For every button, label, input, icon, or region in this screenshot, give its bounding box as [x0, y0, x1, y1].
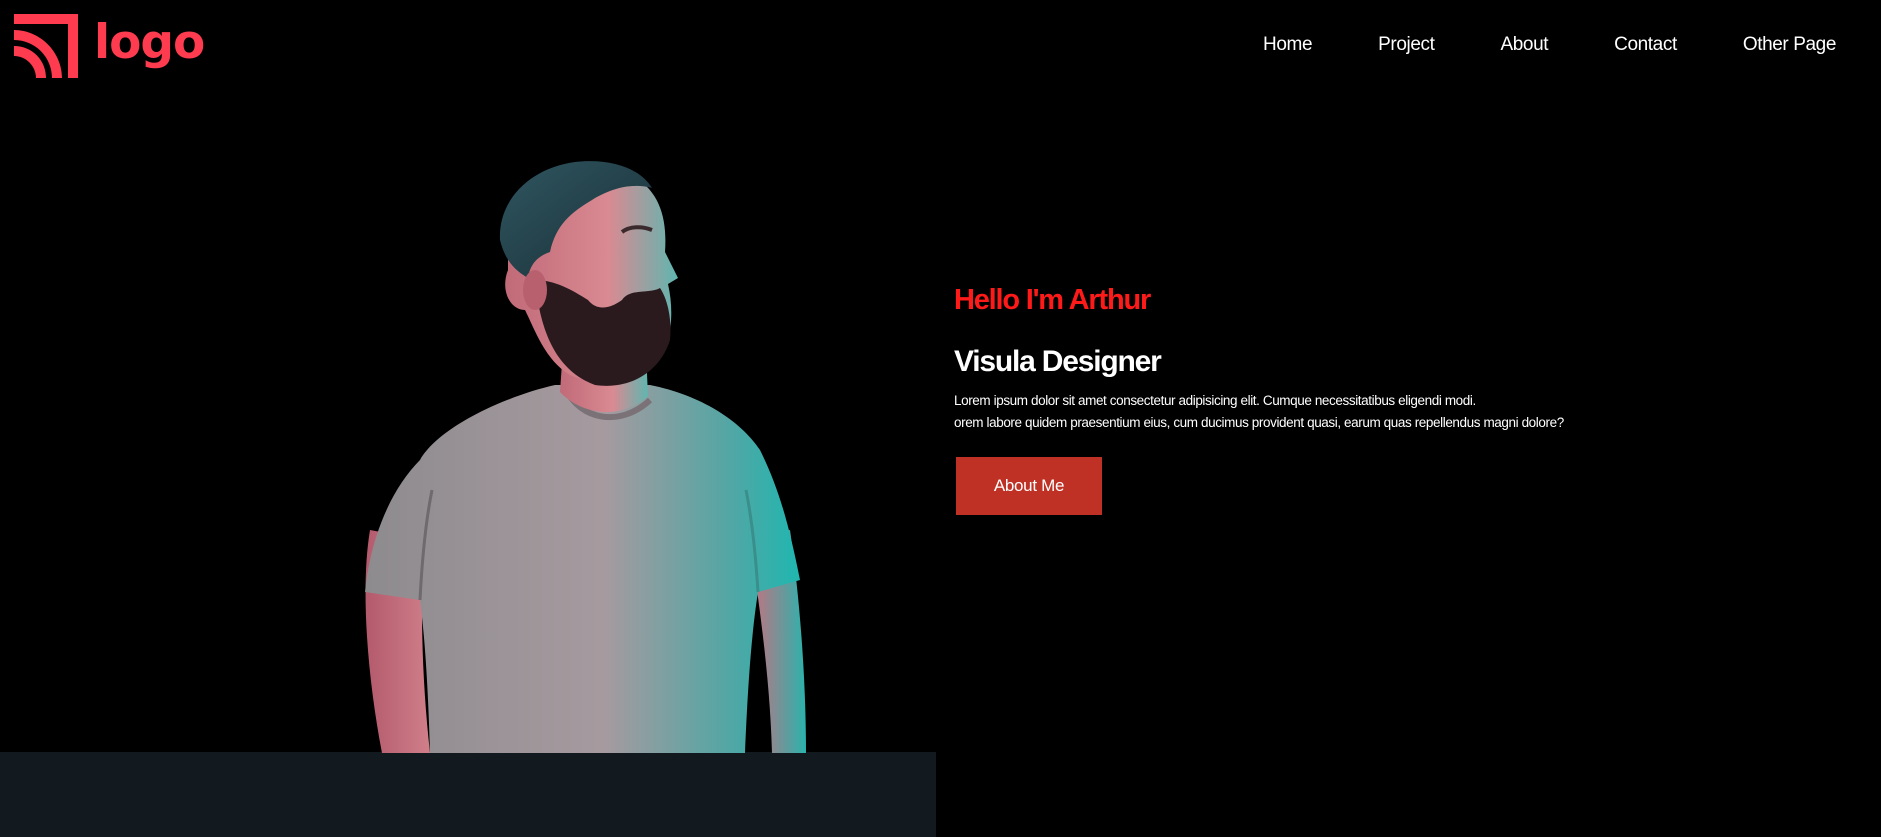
nav-link-contact[interactable]: Contact: [1614, 32, 1677, 58]
nav-item-contact: Contact: [1614, 32, 1677, 58]
nav-link-other-page[interactable]: Other Page: [1743, 32, 1837, 58]
shirt: [365, 385, 800, 753]
hero-intro: Hello I'm Arthur Visula Designer Lorem i…: [954, 280, 1654, 515]
hero-greeting: Hello I'm Arthur: [954, 284, 1151, 316]
hero-description-line-2: orem labore quidem praesentium eius, cum…: [954, 415, 1564, 430]
nav-link-home[interactable]: Home: [1263, 32, 1312, 58]
nav-link-project[interactable]: Project: [1378, 32, 1435, 58]
hero-portrait-image: [365, 161, 806, 753]
logo-text: logo: [94, 14, 205, 70]
nav-link-about[interactable]: About: [1500, 32, 1548, 58]
hero-description-line-1: Lorem ipsum dolor sit amet consectetur a…: [954, 393, 1476, 408]
nav-item-home: Home: [1263, 32, 1312, 58]
main-nav: Home Project About Contact Other Page: [1263, 32, 1836, 58]
logo-link[interactable]: logo: [14, 14, 205, 78]
nav-item-project: Project: [1378, 32, 1435, 58]
nav-item-other-page: Other Page: [1743, 32, 1837, 58]
hero-role-title: Visula Designer: [954, 345, 1162, 378]
hero-description: Lorem ipsum dolor sit amet consectetur a…: [954, 390, 1654, 434]
nav-item-about: About: [1500, 32, 1548, 58]
bottom-band: [0, 752, 936, 837]
about-me-button[interactable]: About Me: [956, 457, 1102, 515]
site-header: logo Home Project About Contact Other Pa…: [0, 0, 1881, 94]
rss-signal-icon: [14, 14, 78, 78]
landing-page: logo Home Project About Contact Other Pa…: [0, 0, 1881, 837]
ear: [523, 270, 547, 310]
